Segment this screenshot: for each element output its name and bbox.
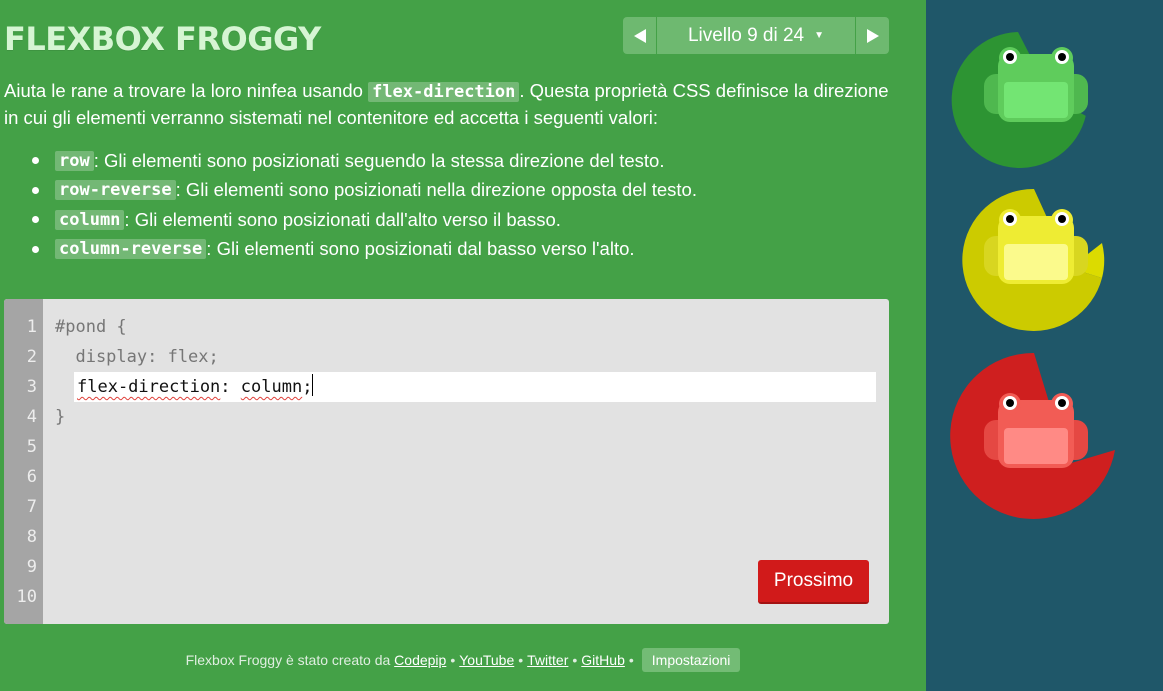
caret-down-icon: ▼ [814, 30, 825, 41]
next-button[interactable]: Prossimo [758, 560, 869, 604]
footer-credit: Flexbox Froggy è stato creato da [185, 652, 391, 668]
css-input-area[interactable]: flex-direction: column; [74, 372, 876, 402]
frog-yellow [984, 206, 1094, 301]
arrow-right-icon [866, 28, 879, 43]
footer-link-github[interactable]: GitHub [581, 652, 625, 668]
bullet-icon [32, 216, 39, 224]
footer-separator: • [450, 652, 456, 668]
text-cursor [312, 374, 314, 396]
level-navigation: Livello 9 di 24 ▼ [623, 17, 889, 54]
code-line-display: display: flex; [55, 347, 219, 367]
footer-link-twitter[interactable]: Twitter [527, 652, 568, 668]
line-number: 7 [26, 497, 37, 517]
arrow-left-icon [633, 28, 646, 43]
input-colon: : [220, 377, 241, 397]
input-property: flex-direction [77, 377, 221, 397]
css-input-field[interactable]: flex-direction: column; [77, 372, 314, 402]
value-item-row-reverse: row-reverse: Gli elementi sono posiziona… [32, 176, 697, 206]
line-number: 5 [26, 437, 37, 457]
value-item-column-reverse: column-reverse: Gli elementi sono posizi… [32, 235, 697, 265]
frog-green-icon [984, 47, 1088, 122]
line-number: 6 [26, 467, 37, 487]
frog-red-icon [984, 393, 1088, 468]
instructions-text: Aiuta le rane a trovare la loro ninfea u… [4, 80, 889, 128]
code-editor: 1 2 3 4 5 6 7 8 9 10 #pond { display: fl… [4, 299, 889, 624]
bullet-icon [32, 186, 39, 194]
bullet-icon [32, 157, 39, 165]
level-label: Livello 9 di 24 [687, 24, 805, 46]
previous-level-button[interactable] [623, 17, 656, 54]
level-dropdown[interactable]: Livello 9 di 24 ▼ [657, 17, 855, 54]
footer-separator: • [628, 652, 634, 668]
line-number: 9 [26, 557, 37, 577]
bullet-icon [32, 245, 39, 253]
settings-button[interactable]: Impostazioni [641, 648, 741, 672]
line-number: 2 [26, 347, 37, 367]
footer-separator: • [572, 652, 578, 668]
frog-yellow-icon [984, 209, 1088, 284]
sidebar: FLEXBOX FROGGY Livello 9 di 24 ▼ Aiuta l… [0, 0, 926, 691]
code-flex-direction: flex-direction [368, 82, 520, 102]
frog-red [984, 390, 1094, 485]
input-semicolon: ; [302, 377, 313, 397]
footer-link-youtube[interactable]: YouTube [459, 652, 514, 668]
code-line-selector: #pond { [55, 317, 127, 337]
game-title: FLEXBOX FROGGY [4, 20, 321, 58]
next-level-button[interactable] [856, 17, 889, 54]
line-number: 4 [26, 407, 37, 427]
line-number: 1 [26, 317, 37, 337]
pond-board [926, 0, 1163, 691]
values-list: row: Gli elementi sono posizionati segue… [32, 146, 697, 264]
line-number-gutter: 1 2 3 4 5 6 7 8 9 10 [4, 299, 43, 624]
value-item-row: row: Gli elementi sono posizionati segue… [32, 146, 697, 176]
value-item-column: column: Gli elementi sono posizionati da… [32, 205, 697, 235]
footer: Flexbox Froggy è stato creato da Codepip… [0, 647, 926, 673]
input-value: column [240, 377, 303, 397]
frog-green [984, 44, 1094, 139]
line-number: 3 [26, 377, 37, 397]
code-line-closing-brace: } [55, 407, 66, 427]
line-number: 10 [16, 587, 37, 607]
footer-separator: • [518, 652, 524, 668]
footer-link-codepip[interactable]: Codepip [394, 652, 446, 668]
line-number: 8 [26, 527, 37, 547]
